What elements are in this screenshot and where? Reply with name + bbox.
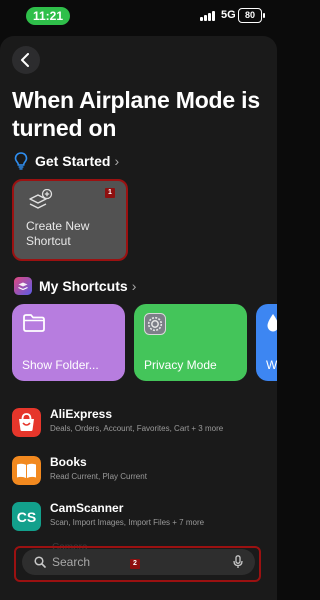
back-button[interactable] [12, 46, 40, 74]
get-started-label: Get Started [35, 153, 111, 169]
network-type: 5G [221, 9, 236, 21]
shortcut-card-privacy-mode[interactable]: Privacy Mode [134, 304, 247, 381]
chevron-right-icon: › [114, 153, 120, 169]
lightbulb-icon [14, 152, 28, 170]
app-name: AliExpress [50, 407, 113, 421]
app-actions: Read Current, Play Current [50, 472, 147, 481]
shortcuts-app-icon [14, 277, 32, 295]
app-name: Books [50, 455, 87, 469]
annotation-badge: 1 [105, 188, 115, 198]
app-name: CamScanner [50, 501, 124, 515]
get-started-header[interactable]: Get Started › [14, 151, 119, 171]
list-item-aliexpress[interactable]: AliExpress Deals, Orders, Account, Favor… [12, 407, 267, 438]
drop-icon [267, 314, 277, 332]
shortcut-card-partial[interactable]: W [256, 304, 277, 381]
battery-icon: 80 [238, 8, 265, 23]
settings-icon [144, 313, 166, 335]
chevron-right-icon: › [131, 278, 137, 294]
my-shortcuts-header[interactable]: My Shortcuts › [14, 276, 136, 296]
shortcut-card-show-folder[interactable]: Show Folder... [12, 304, 125, 381]
shortcut-card-label: Show Folder... [22, 358, 99, 372]
app-actions: Scan, Import Images, Import Files + 7 mo… [50, 518, 205, 527]
my-shortcuts-carousel[interactable]: Show Folder... Privacy Mode W [12, 304, 277, 381]
camscanner-icon: CS [12, 502, 41, 531]
annotation-badge: 2 [130, 559, 140, 569]
list-item-camscanner[interactable]: CS CamScanner Scan, Import Images, Impor… [12, 501, 267, 532]
status-bar: 11:21 5G 80 [0, 0, 277, 34]
my-shortcuts-label: My Shortcuts [39, 278, 128, 294]
aliexpress-icon [12, 408, 41, 437]
create-new-shortcut-card[interactable]: Create New Shortcut 1 [12, 179, 128, 261]
books-icon [12, 456, 41, 485]
folder-icon [23, 314, 45, 332]
app-actions: Deals, Orders, Account, Favorites, Cart … [50, 424, 224, 433]
signal-icon [200, 11, 216, 21]
list-item-books[interactable]: Books Read Current, Play Current [12, 455, 267, 486]
page-title: When Airplane Mode is turned on [12, 87, 260, 141]
shortcut-add-icon [29, 189, 53, 209]
shortcut-card-label: W [266, 358, 277, 372]
chevron-left-icon [21, 53, 29, 67]
create-new-shortcut-label: Create New Shortcut [26, 219, 90, 248]
shortcut-card-label: Privacy Mode [144, 358, 217, 372]
status-time: 11:21 [26, 7, 70, 25]
